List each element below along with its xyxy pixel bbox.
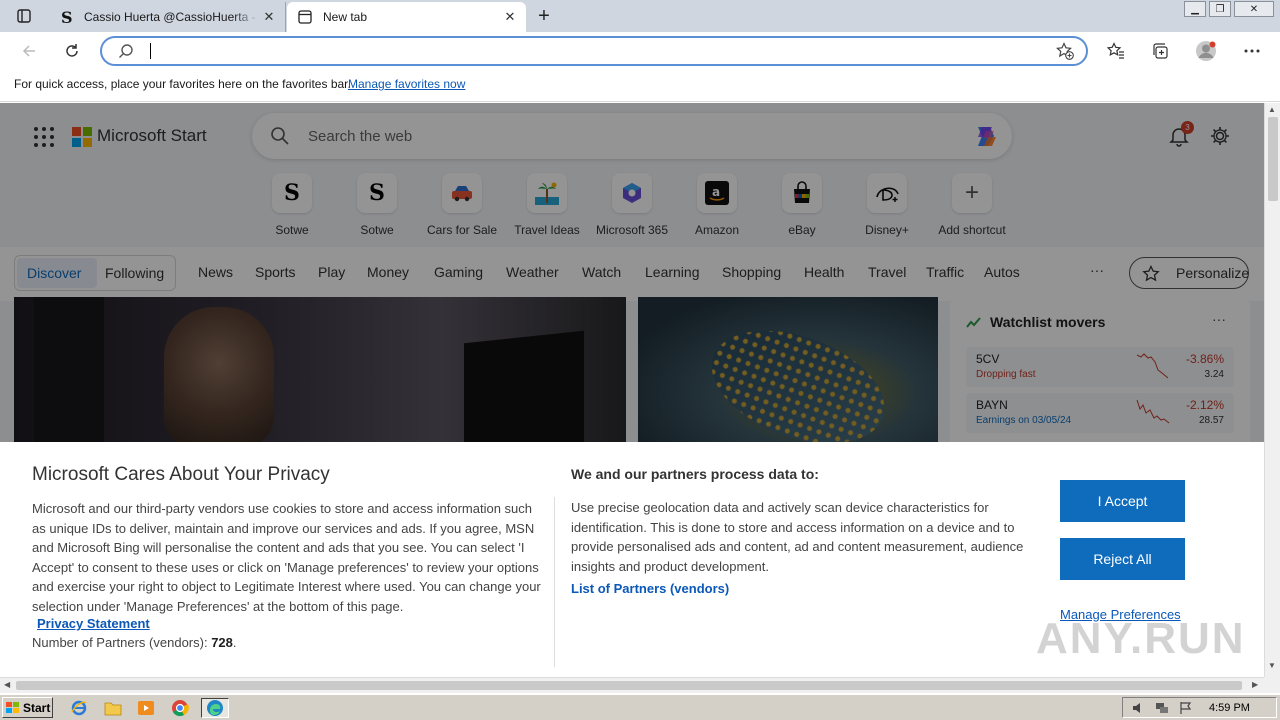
purposes-body: Use precise geolocation data and activel… xyxy=(571,500,1024,574)
scrollbar-corner xyxy=(1264,677,1280,693)
collections-button[interactable] xyxy=(1145,36,1175,66)
start-label: Start xyxy=(23,700,51,715)
scroll-right-arrow-icon[interactable]: ▶ xyxy=(1252,680,1258,689)
volume-icon[interactable] xyxy=(1131,701,1145,715)
privacy-divider xyxy=(554,497,555,667)
purposes-title: We and our partners process data to: xyxy=(571,466,819,482)
tab-strip: S Cassio Huerta @CassioHuerta - T ✕ New … xyxy=(0,0,1280,32)
minimize-button[interactable]: ▁ xyxy=(1184,1,1206,17)
scroll-up-arrow-icon[interactable]: ▲ xyxy=(1268,105,1276,114)
favorites-message: For quick access, place your favorites h… xyxy=(14,77,351,91)
favorites-button[interactable] xyxy=(1101,36,1131,66)
settings-more-button[interactable] xyxy=(1237,36,1267,66)
chrome-icon[interactable] xyxy=(169,698,191,718)
screen: S Cassio Huerta @CassioHuerta - T ✕ New … xyxy=(0,0,1280,720)
partners-count-label: Number of Partners (vendors): xyxy=(32,635,212,650)
browser-toolbar xyxy=(0,32,1280,70)
network-icon[interactable] xyxy=(1155,701,1169,715)
vertical-scrollbar[interactable]: ▲ ▼ xyxy=(1264,103,1280,677)
privacy-link-period: . xyxy=(147,616,151,631)
privacy-body: Microsoft and our third-party vendors us… xyxy=(32,501,541,614)
svg-text:S: S xyxy=(61,9,72,25)
scroll-down-arrow-icon[interactable]: ▼ xyxy=(1268,661,1276,670)
sotwe-icon: S xyxy=(58,9,74,25)
windows-taskbar: Start 4:59 PM xyxy=(0,694,1280,720)
internet-explorer-icon[interactable] xyxy=(68,698,90,718)
privacy-title: Microsoft Cares About Your Privacy xyxy=(32,464,330,485)
scroll-left-arrow-icon[interactable]: ◀ xyxy=(4,680,10,689)
restore-button[interactable]: ❐ xyxy=(1209,1,1231,17)
refresh-button[interactable] xyxy=(57,36,87,66)
tab-actions-button[interactable] xyxy=(8,4,40,28)
windows-logo-icon xyxy=(6,701,20,714)
more-icon xyxy=(1244,49,1260,53)
refresh-icon xyxy=(66,44,78,57)
action-center-flag-icon[interactable] xyxy=(1179,701,1193,715)
back-button[interactable] xyxy=(14,36,44,66)
system-tray: 4:59 PM xyxy=(1122,697,1277,718)
address-input[interactable] xyxy=(148,41,1028,61)
list-of-partners-link[interactable]: List of Partners (vendors) xyxy=(571,581,729,596)
scrollbar-thumb[interactable] xyxy=(1268,117,1278,201)
manage-preferences-link[interactable]: Manage Preferences xyxy=(1060,607,1181,622)
media-player-icon[interactable] xyxy=(135,698,157,718)
favorites-bar: For quick access, place your favorites h… xyxy=(0,70,1280,102)
privacy-statement-link[interactable]: Privacy Statement xyxy=(37,616,150,631)
close-window-button[interactable]: ✕ xyxy=(1234,1,1274,17)
new-tab-button[interactable]: + xyxy=(532,4,556,28)
back-arrow-icon xyxy=(22,45,35,57)
new-tab-icon xyxy=(297,9,313,25)
tab-title: New tab xyxy=(323,10,368,24)
favorites-icon xyxy=(1107,42,1124,59)
modal-backdrop xyxy=(0,103,1264,442)
search-icon xyxy=(118,43,134,64)
scrollbar-thumb[interactable] xyxy=(16,681,1242,690)
horizontal-scrollbar[interactable]: ◀ ▶ xyxy=(0,677,1264,693)
tab-close-button[interactable]: ✕ xyxy=(500,7,520,27)
tab-new-tab[interactable]: New tab ✕ xyxy=(287,2,526,32)
accept-button[interactable]: I Accept xyxy=(1060,480,1185,522)
start-button[interactable]: Start xyxy=(2,697,53,718)
privacy-consent-banner: Microsoft Cares About Your Privacy Micro… xyxy=(0,442,1264,677)
partners-count: Number of Partners (vendors): 728. xyxy=(32,635,237,650)
add-favorite-icon[interactable] xyxy=(1056,42,1074,65)
tab-title: Cassio Huerta @CassioHuerta - T xyxy=(84,10,259,24)
tab-actions-icon xyxy=(17,9,31,23)
tab-sotwe[interactable]: S Cassio Huerta @CassioHuerta - T ✕ xyxy=(48,2,286,32)
edge-taskbar-icon[interactable] xyxy=(201,698,229,718)
file-explorer-icon[interactable] xyxy=(102,698,124,718)
collections-icon xyxy=(1153,43,1168,59)
reject-all-button[interactable]: Reject All xyxy=(1060,538,1185,580)
profile-button[interactable] xyxy=(1191,36,1221,66)
avatar-icon xyxy=(1196,41,1216,61)
taskbar-clock: 4:59 PM xyxy=(1209,702,1250,714)
address-bar[interactable] xyxy=(100,36,1088,66)
manage-favorites-link[interactable]: Manage favorites now xyxy=(348,77,465,91)
tab-close-button[interactable]: ✕ xyxy=(259,7,279,27)
partners-count-value: 728 xyxy=(211,635,233,650)
